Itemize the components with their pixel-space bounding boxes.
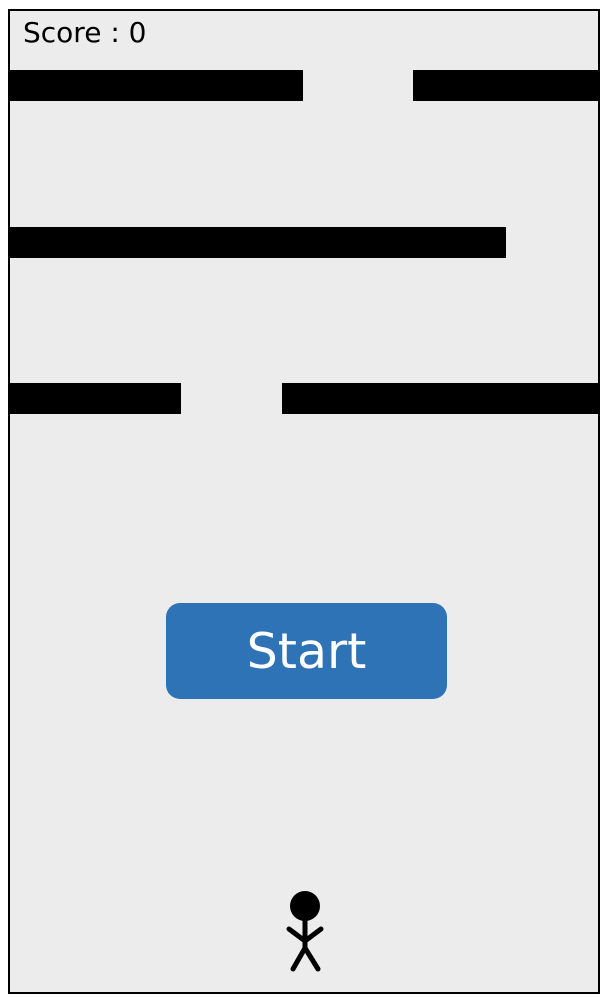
start-button[interactable]: Start xyxy=(166,603,447,699)
barrier-row-3-right xyxy=(282,383,598,414)
barrier-row-2 xyxy=(10,227,506,258)
game-canvas[interactable]: Score : 0 Start xyxy=(8,9,600,994)
start-button-label: Start xyxy=(246,622,367,680)
barrier-row-1-left xyxy=(10,70,303,101)
barrier-row-3-left xyxy=(10,383,181,414)
barrier-row-1-right xyxy=(413,70,598,101)
score-label: Score : 0 xyxy=(23,16,147,49)
stick-figure-icon xyxy=(286,891,324,972)
